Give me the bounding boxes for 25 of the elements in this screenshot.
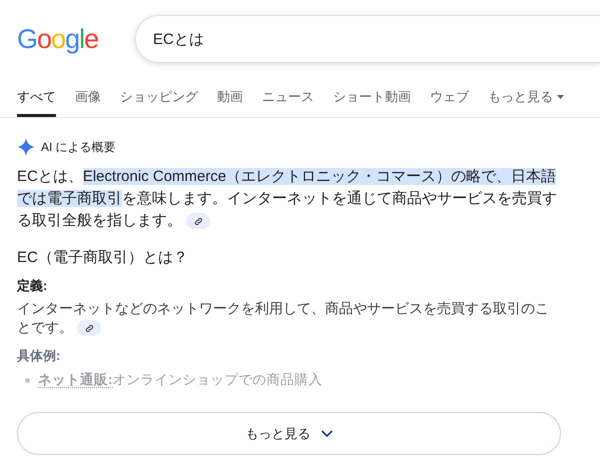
search-tab[interactable]: 動画: [217, 85, 243, 117]
section-title: 具体例:: [17, 347, 62, 365]
search-tab[interactable]: 画像: [75, 85, 101, 117]
search-field[interactable]: ECとは: [135, 15, 600, 63]
search-tab[interactable]: ニュース: [262, 85, 314, 117]
bullet-dot: [25, 378, 30, 382]
sparkle-icon: [17, 138, 35, 156]
example-text: ネット通販:オンラインショップでの商品購入: [38, 371, 322, 389]
link-icon: [84, 324, 94, 333]
source-link[interactable]: [186, 213, 210, 230]
show-more-button[interactable]: もっと見る: [17, 412, 561, 455]
search-tab[interactable]: ショッピング: [120, 85, 198, 117]
search-tab[interactable]: ウェブ: [430, 85, 469, 117]
link-icon: [194, 216, 202, 226]
chevron-down-icon: [320, 430, 332, 437]
caret-icon: [557, 95, 564, 99]
search-tab[interactable]: すべて: [17, 85, 56, 117]
search-tab[interactable]: ショート動画: [333, 85, 411, 117]
more-menu[interactable]: もっと見る: [488, 85, 564, 117]
definition-text: インターネットなどのネットワークを利用して、商品やサービスを売買する取引のことです。: [17, 299, 550, 337]
summary-text: ECとは、Electronic Commerce（エレクトロニック・コマース）の略で、日本語では電子商取引 を意味します。インターネットを通じて商品やサービスを売買する取引全般を指します。: [17, 167, 558, 232]
section-title: 定義:: [17, 277, 48, 295]
source-link[interactable]: [77, 320, 101, 336]
section-heading: EC（電子商取引）とは？: [17, 248, 189, 267]
ai-overview-label: AI による概要: [41, 138, 116, 156]
